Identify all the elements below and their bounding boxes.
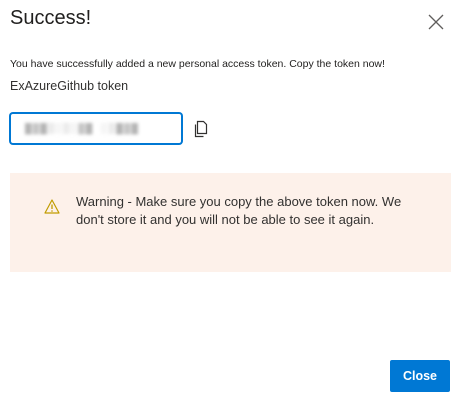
close-icon bbox=[428, 14, 444, 30]
warning-icon bbox=[44, 199, 60, 214]
success-dialog: Success! You have successfully added a n… bbox=[0, 0, 463, 405]
warning-message-bar: Warning - Make sure you copy the above t… bbox=[10, 173, 451, 272]
close-button[interactable]: Close bbox=[390, 360, 450, 392]
token-field[interactable] bbox=[10, 113, 182, 144]
dismiss-button[interactable] bbox=[426, 12, 446, 32]
success-message: You have successfully added a new person… bbox=[10, 58, 385, 70]
token-value-input[interactable] bbox=[25, 122, 167, 135]
warning-text: Warning - Make sure you copy the above t… bbox=[76, 194, 402, 227]
dialog-title: Success! bbox=[10, 7, 92, 29]
copy-icon bbox=[194, 120, 208, 138]
copy-token-button[interactable] bbox=[193, 120, 209, 138]
token-name: ExAzureGithub token bbox=[10, 79, 129, 93]
